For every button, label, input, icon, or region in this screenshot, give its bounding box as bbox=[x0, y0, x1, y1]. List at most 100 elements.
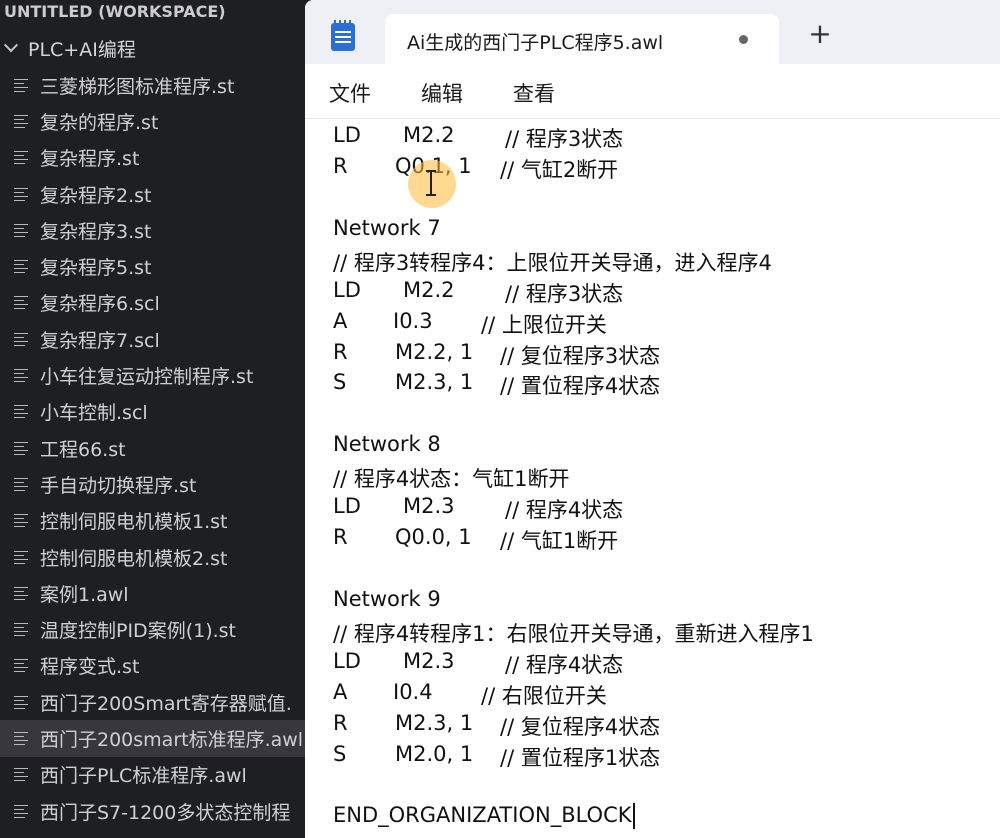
file-item-label: 西门子200smart标准程序.awl bbox=[40, 728, 304, 751]
code-comment: // 程序3状态 bbox=[505, 127, 624, 151]
code-opcode: A bbox=[333, 679, 348, 704]
explorer-panel: UNTITLED (WORKSPACE) PLC+AI编程 三菱梯形图标准程序.… bbox=[0, 0, 320, 838]
file-item[interactable]: 手自动切换程序.st bbox=[0, 466, 320, 502]
file-lines-icon bbox=[14, 730, 28, 746]
file-item[interactable]: 温度控制PID案例(1).st bbox=[0, 611, 320, 647]
tab-title: Ai生成的西门子PLC程序5.awl bbox=[407, 32, 664, 54]
file-item-label: 西门子S7-1200多状态控制程 bbox=[40, 801, 291, 824]
file-item[interactable]: 复杂程序5.st bbox=[0, 248, 320, 284]
workspace-title[interactable]: UNTITLED (WORKSPACE) bbox=[4, 2, 226, 24]
file-item-label: 复杂程序3.st bbox=[40, 220, 152, 243]
file-lines-icon bbox=[14, 622, 28, 638]
file-lines-icon bbox=[14, 295, 28, 311]
code-operand: M2.2, 1 bbox=[395, 339, 474, 364]
file-lines-icon bbox=[14, 476, 28, 492]
file-item[interactable]: 三菱梯形图标准程序.st bbox=[0, 67, 320, 103]
file-item-label: 三菱梯形图标准程序.st bbox=[40, 75, 235, 98]
new-tab-button[interactable]: + bbox=[807, 20, 833, 48]
file-item[interactable]: 西门子PLC标准程序.awl bbox=[0, 757, 320, 793]
file-item[interactable]: 小车往复运动控制程序.st bbox=[0, 357, 320, 393]
file-item[interactable]: 复杂程序7.scl bbox=[0, 321, 320, 357]
file-item[interactable]: 程序变式.st bbox=[0, 648, 320, 684]
file-item-label: 复杂程序6.scl bbox=[40, 293, 160, 316]
code-text: END_ORGANIZATION_BLOCK bbox=[333, 803, 632, 828]
file-item[interactable]: 复杂程序3.st bbox=[0, 212, 320, 248]
menu-edit[interactable]: 编辑 bbox=[421, 78, 463, 108]
code-opcode: R bbox=[333, 525, 348, 550]
code-opcode: S bbox=[333, 370, 347, 395]
file-item-label: 手自动切换程序.st bbox=[40, 474, 197, 497]
code-operand: M2.0, 1 bbox=[395, 741, 474, 766]
file-item-label: 控制伺服电机模板2.st bbox=[40, 547, 228, 570]
notepad-window: Ai生成的西门子PLC程序5.awl + 文件 编辑 查看 LD M2.2// 程… bbox=[305, 0, 1000, 838]
code-operand: M2.3 bbox=[403, 494, 455, 519]
code-comment: // 程序4状态 bbox=[505, 652, 624, 677]
code-comment: // 复位程序3状态 bbox=[500, 343, 661, 368]
file-lines-icon bbox=[14, 585, 28, 601]
file-item[interactable]: 西门子200smart标准程序.awl bbox=[0, 720, 320, 757]
file-item[interactable]: 复杂程序.st bbox=[0, 140, 320, 176]
file-lines-icon bbox=[14, 113, 28, 129]
file-item-label: 复杂的程序.st bbox=[40, 111, 159, 134]
code-comment: // 程序4状态 bbox=[505, 498, 624, 523]
menu-view[interactable]: 查看 bbox=[513, 78, 555, 108]
code-text: // 程序3转程序4：上限位开关导通，进入程序4 bbox=[333, 250, 772, 275]
file-lines-icon bbox=[14, 440, 28, 456]
file-lines-icon bbox=[14, 694, 28, 710]
code-opcode: LD bbox=[333, 123, 361, 147]
file-item-label: 西门子PLC标准程序.awl bbox=[40, 765, 247, 788]
code-operand: I0.3 bbox=[393, 308, 433, 333]
text-cursor-icon bbox=[426, 170, 436, 196]
notepad-app-icon bbox=[331, 20, 355, 51]
file-item[interactable]: 控制伺服电机模板2.st bbox=[0, 539, 320, 575]
file-item[interactable]: 西门子200Smart寄存器赋值. bbox=[0, 684, 320, 720]
menu-file[interactable]: 文件 bbox=[329, 78, 371, 108]
file-lines-icon bbox=[14, 259, 28, 275]
file-item-label: 复杂程序5.st bbox=[40, 257, 152, 280]
file-item-label: 程序变式.st bbox=[40, 656, 140, 679]
code-comment: // 程序3状态 bbox=[505, 281, 624, 306]
unsaved-dot-icon[interactable] bbox=[739, 35, 748, 44]
file-item-label: 温度控制PID案例(1).st bbox=[40, 620, 236, 643]
folder-row[interactable]: PLC+AI编程 bbox=[0, 32, 320, 64]
code-operand: M2.3, 1 bbox=[395, 710, 474, 735]
file-item-label: 西门子200Smart寄存器赋值. bbox=[40, 692, 292, 715]
file-lines-icon bbox=[14, 77, 28, 93]
code-comment: // 右限位开关 bbox=[481, 683, 607, 708]
file-item[interactable]: 工程66.st bbox=[0, 430, 320, 466]
file-item-label: 复杂程序7.scl bbox=[40, 329, 160, 352]
tab-active-file[interactable]: Ai生成的西门子PLC程序5.awl bbox=[385, 14, 779, 64]
text-editor[interactable]: LDM2.2// 程序3状态RQ0.1, 1// 气缸2断开Network 7/… bbox=[305, 118, 1000, 838]
file-item[interactable]: 复杂程序6.scl bbox=[0, 285, 320, 321]
file-item-label: 复杂程序2.st bbox=[40, 184, 152, 207]
code-opcode: LD bbox=[333, 494, 361, 519]
code-operand: M2.2 bbox=[403, 277, 455, 302]
file-item[interactable]: 复杂的程序.st bbox=[0, 103, 320, 139]
file-item-label: 案例1.awl bbox=[40, 583, 129, 606]
code-text: Network 7 bbox=[333, 215, 441, 240]
folder-name: PLC+AI编程 bbox=[28, 38, 136, 61]
file-item[interactable]: 控制伺服电机模板1.st bbox=[0, 503, 320, 539]
tab-bar: Ai生成的西门子PLC程序5.awl + bbox=[305, 0, 1000, 64]
file-lines-icon bbox=[14, 803, 28, 819]
file-item-label: 复杂程序.st bbox=[40, 148, 140, 171]
code-comment: // 复位程序4状态 bbox=[500, 714, 661, 739]
code-comment: // 气缸2断开 bbox=[500, 157, 619, 182]
code-comment: // 置位程序1状态 bbox=[500, 745, 661, 770]
file-item[interactable]: 西门子S7-1200多状态控制程 bbox=[0, 793, 320, 829]
code-opcode: A bbox=[333, 308, 348, 333]
file-lines-icon bbox=[14, 186, 28, 202]
file-lines-icon bbox=[14, 331, 28, 347]
chevron-down-icon[interactable] bbox=[3, 38, 19, 53]
file-lines-icon bbox=[14, 767, 28, 783]
file-item-label: 小车控制.scl bbox=[40, 402, 148, 425]
code-operand: M2.2 bbox=[403, 123, 455, 147]
code-opcode: R bbox=[333, 339, 348, 364]
code-opcode: R bbox=[333, 153, 348, 178]
code-text: // 程序4转程序1：右限位开关导通，重新进入程序1 bbox=[333, 621, 814, 646]
file-item-label: 工程66.st bbox=[40, 438, 126, 461]
file-item[interactable]: 小车控制.scl bbox=[0, 394, 320, 430]
file-item[interactable]: 复杂程序2.st bbox=[0, 176, 320, 212]
code-operand: I0.4 bbox=[393, 679, 433, 704]
file-item[interactable]: 案例1.awl bbox=[0, 575, 320, 611]
